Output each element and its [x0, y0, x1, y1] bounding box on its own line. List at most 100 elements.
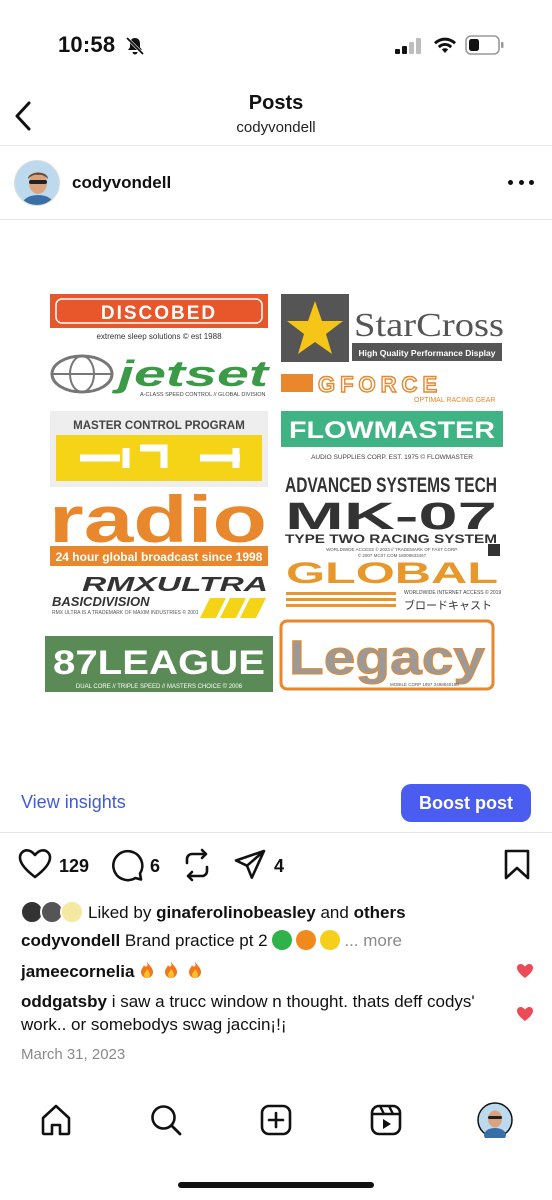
avatar[interactable]: [14, 160, 60, 206]
wifi-icon: [434, 37, 456, 53]
rmx-fine: RMX ULTRA IS A TRADEMARK OF MAXIM INDUST…: [52, 609, 199, 616]
liker-avatar: [60, 900, 84, 924]
gforce-logo: GFORCE OPTIMAL RACING GEAR: [281, 371, 495, 404]
mk07-fine1: WORLDWIDE ACCESS © 2023 // TRADEMARK OF …: [326, 546, 458, 552]
status-time: 10:58: [58, 32, 116, 57]
liked-by-row[interactable]: Liked by ginaferolinobeasley and others: [0, 898, 552, 926]
fire-emoji: [165, 961, 178, 978]
profile-photo: [15, 161, 59, 205]
league-sub: DUAL CORE // TRIPLE SPEED // MASTERS CHO…: [76, 683, 243, 690]
search-icon: [151, 1105, 182, 1136]
gforce-sub: OPTIMAL RACING GEAR: [414, 397, 495, 404]
comment-item: oddgatsby i saw a trucc window n thought…: [21, 990, 501, 1036]
jetset-sub: A-CLASS SPEED CONTROL // GLOBAL DIVISION: [140, 392, 266, 398]
legacy-text: Legacy: [289, 632, 485, 685]
flowmaster-text: FLOWMASTER: [289, 417, 495, 444]
gforce-text: GFORCE: [318, 372, 442, 397]
likes-count: 129: [59, 856, 90, 876]
comment-like-icon[interactable]: [516, 1006, 534, 1022]
battery-icon: [465, 35, 504, 55]
tab-profile[interactable]: [477, 1102, 513, 1138]
yellow-circle-emoji: [320, 930, 341, 950]
tab-reels[interactable]: [368, 1102, 404, 1138]
liked-by-prefix: Liked by: [88, 903, 152, 922]
caption-more-link[interactable]: ... more: [344, 931, 402, 950]
more-dot: [518, 179, 524, 185]
boost-post-button[interactable]: Boost post: [401, 784, 531, 822]
tab-create[interactable]: [258, 1102, 294, 1138]
bookmark-icon[interactable]: [503, 848, 531, 882]
comment-item: jameecornelia: [21, 960, 501, 983]
bottom-tab-bar: [0, 1094, 552, 1154]
bell-slash-icon: [125, 36, 145, 56]
radio-sub: 24 hour global broadcast since 1998: [56, 550, 263, 564]
post-date: March 31, 2023: [21, 1046, 126, 1063]
tab-search[interactable]: [148, 1102, 184, 1138]
global-logo: GLOBAL WORLDWIDE INTERNET ACCESS © 2019 …: [286, 557, 501, 612]
orange-circle-emoji: [296, 930, 317, 950]
post-header: codyvondell: [0, 160, 552, 208]
view-insights-link[interactable]: View insights: [21, 792, 126, 813]
jetset-logo: jetset A-CLASS SPEED CONTROL // GLOBAL D…: [50, 353, 272, 398]
mk07-sub: TYPE TWO RACING SYSTEM: [285, 532, 497, 546]
more-dot: [508, 179, 513, 185]
more-options-button[interactable]: [508, 176, 534, 188]
post-divider: [0, 219, 552, 220]
page-title: Posts: [248, 92, 304, 114]
caption-text: Brand practice pt 2: [124, 931, 268, 950]
signal-icon: [395, 38, 421, 54]
comment-username[interactable]: jameecornelia: [21, 962, 134, 981]
add-post-icon: [260, 1104, 292, 1136]
rmx-logo: RMXULTRA BASICDIVISION RMX ULTRA IS A TR…: [52, 574, 268, 618]
profile-avatar-icon: [477, 1102, 513, 1138]
comment-like-icon[interactable]: [516, 963, 534, 979]
repost-icon[interactable]: [182, 848, 212, 882]
insights-divider: [0, 832, 552, 833]
green-circle-emoji: [272, 930, 293, 950]
jetset-text: jetset: [112, 353, 272, 394]
discobed-sub: extreme sleep solutions © est 1988: [96, 332, 222, 341]
starcross-text: StarCross: [354, 307, 504, 344]
flowmaster-logo: FLOWMASTER AUDIO SUPPLIES CORP. EST. 197…: [281, 411, 503, 461]
mcp-logo: MASTER CONTROL PROGRAM: [50, 411, 268, 487]
global-jp: ブロードキャスト: [404, 598, 492, 612]
liked-by-others[interactable]: others: [354, 903, 406, 922]
comments-count: 6: [150, 856, 161, 876]
fire-emoji: [141, 961, 154, 978]
discobed-text: DISCOBED: [101, 303, 217, 324]
starcross-logo: StarCross High Quality Performance Displ…: [281, 294, 504, 362]
more-dot: [529, 179, 534, 185]
legacy-sub: MOBILE CORP 1997 3498840198: [390, 682, 459, 687]
league-logo: 87LEAGUE DUAL CORE // TRIPLE SPEED // MA…: [45, 636, 273, 692]
league-text: 87LEAGUE: [53, 644, 265, 682]
discobed-logo: DISCOBED extreme sleep solutions © est 1…: [50, 294, 268, 341]
home-indicator: [178, 1182, 374, 1188]
comment-username[interactable]: oddgatsby: [21, 992, 107, 1011]
post-username[interactable]: codyvondell: [72, 173, 171, 193]
tab-home[interactable]: [38, 1102, 74, 1138]
liked-by-and: and: [320, 903, 349, 922]
ast-text: ADVANCED SYSTEMS TECH: [285, 474, 497, 497]
home-icon: [41, 1104, 71, 1136]
liked-by-user[interactable]: ginaferolinobeasley: [156, 903, 316, 922]
post-image[interactable]: DISCOBED extreme sleep solutions © est 1…: [0, 226, 552, 761]
reels-icon: [370, 1104, 402, 1136]
rmx-text: RMXULTRA: [82, 574, 268, 596]
heart-icon[interactable]: [18, 848, 52, 880]
rmx-sub: BASICDIVISION: [52, 594, 150, 609]
fire-emoji: [189, 961, 202, 978]
comment-icon[interactable]: [110, 848, 144, 882]
liked-by-text: Liked by ginaferolinobeasley and others: [88, 903, 406, 923]
status-bar: 10:58: [0, 0, 552, 92]
post-actions: 129 6 4: [0, 846, 552, 886]
flowmaster-sub: AUDIO SUPPLIES CORP. EST. 1975 © FLOWMAS…: [311, 453, 473, 461]
share-icon[interactable]: [233, 848, 267, 882]
shares-count: 4: [274, 856, 285, 876]
insights-row: View insights Boost post: [0, 782, 552, 826]
header-divider: [0, 145, 552, 146]
caption-username[interactable]: codyvondell: [21, 931, 120, 950]
nav-header: Posts codyvondell: [0, 92, 552, 146]
mk07-logo: ADVANCED SYSTEMS TECH MK-07 TYPE TWO RAC…: [285, 474, 500, 558]
legacy-logo: Legacy MOBILE CORP 1997 3498840198: [279, 619, 495, 691]
global-sub: WORLDWIDE INTERNET ACCESS © 2019: [404, 589, 501, 596]
